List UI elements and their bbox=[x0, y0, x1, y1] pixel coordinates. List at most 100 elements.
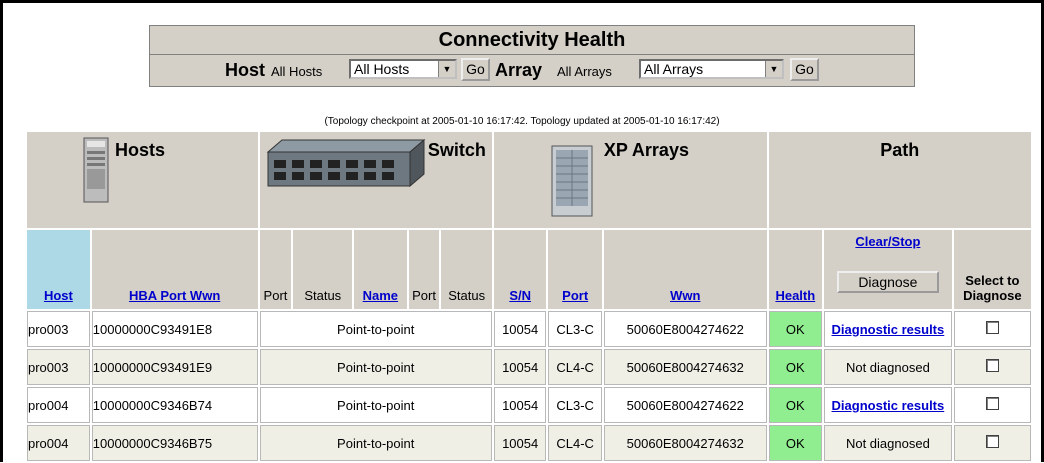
storage-array-icon bbox=[551, 145, 593, 217]
host-sort-link[interactable]: Host bbox=[44, 288, 73, 303]
array-filter-sublabel: All Arrays bbox=[557, 64, 612, 79]
checkbox-icon[interactable] bbox=[985, 435, 999, 448]
column-hba-port-wwn[interactable]: HBA Port Wwn bbox=[91, 230, 258, 309]
diagnostic-results-link[interactable]: Diagnostic results bbox=[832, 322, 945, 337]
health-cell: OK bbox=[768, 425, 823, 461]
sn-sort-link[interactable]: S/N bbox=[509, 288, 531, 303]
column-switch-status-1: Status bbox=[293, 230, 353, 309]
diagnostic-results-link[interactable]: Diagnostic results bbox=[832, 398, 945, 413]
hosts-label: Hosts bbox=[115, 140, 166, 160]
hba-port-wwn-cell: 10000000C9346B75 bbox=[91, 425, 258, 461]
diagnosis-cell: Not diagnosed bbox=[824, 425, 952, 461]
path-label: Path bbox=[880, 140, 920, 160]
filter-panel: Connectivity Health Host All Hosts All H… bbox=[149, 25, 915, 87]
serial-number-cell: 10054 bbox=[493, 311, 547, 347]
array-port-cell: CL4-C bbox=[548, 349, 602, 385]
select-cell bbox=[953, 425, 1031, 461]
checkbox-icon[interactable] bbox=[985, 359, 999, 372]
hba-port-wwn-sort-link[interactable]: HBA Port Wwn bbox=[129, 288, 220, 303]
serial-number-cell: 10054 bbox=[493, 387, 547, 423]
table-row: pro004 10000000C9346B75 Point-to-point 1005… bbox=[27, 425, 1031, 461]
array-port-cell: CL3-C bbox=[548, 311, 602, 347]
host-cell: pro004 bbox=[27, 425, 90, 461]
port-sort-link[interactable]: Port bbox=[562, 288, 588, 303]
hba-port-wwn-cell: 10000000C93491E9 bbox=[91, 349, 258, 385]
host-filter-label: Host bbox=[225, 60, 265, 80]
switch-group-header: Switch bbox=[259, 132, 492, 228]
array-select-value: All Arrays bbox=[644, 61, 704, 77]
dropdown-arrow-icon[interactable]: ▼ bbox=[438, 61, 455, 77]
array-filter-label: Array bbox=[495, 60, 543, 80]
array-go-button[interactable]: Go bbox=[790, 58, 819, 81]
column-serial-number[interactable]: S/N bbox=[493, 230, 547, 309]
hba-port-wwn-cell: 10000000C93491E8 bbox=[91, 311, 258, 347]
host-cell: pro004 bbox=[27, 387, 90, 423]
host-select[interactable]: All Hosts ▼ bbox=[349, 59, 457, 79]
host-go-button[interactable]: Go bbox=[461, 58, 490, 81]
host-cell: pro003 bbox=[27, 311, 90, 347]
array-port-cell: CL4-C bbox=[548, 425, 602, 461]
table-row: pro003 10000000C93491E8 Point-to-point 1005… bbox=[27, 311, 1031, 347]
host-filter-sublabel: All Hosts bbox=[271, 64, 323, 79]
column-switch-name[interactable]: Name bbox=[354, 230, 407, 309]
column-select-to-diagnose: Select to Diagnose bbox=[953, 230, 1031, 309]
switch-icon bbox=[266, 138, 425, 188]
server-icon bbox=[83, 137, 109, 203]
name-sort-link[interactable]: Name bbox=[363, 288, 398, 303]
diagnosis-status: Not diagnosed bbox=[845, 435, 930, 451]
checkbox-icon[interactable] bbox=[985, 397, 999, 410]
window-frame-top bbox=[0, 0, 1044, 3]
wwn-cell: 50060E8004274622 bbox=[603, 387, 767, 423]
switch-label: Switch bbox=[427, 140, 486, 160]
window-frame-left bbox=[0, 0, 3, 462]
health-cell: OK bbox=[768, 311, 823, 347]
hba-port-wwn-cell: 10000000C9346B74 bbox=[91, 387, 258, 423]
diagnose-button[interactable]: Diagnose bbox=[836, 271, 939, 293]
hosts-group-header: Hosts bbox=[27, 132, 258, 228]
select-cell bbox=[953, 311, 1031, 347]
column-host[interactable]: Host bbox=[27, 230, 90, 309]
health-cell: OK bbox=[768, 349, 823, 385]
dropdown-arrow-icon[interactable]: ▼ bbox=[765, 61, 782, 77]
column-diagnose: Clear/Stop Diagnose bbox=[824, 230, 952, 309]
column-switch-port-1: Port bbox=[259, 230, 292, 309]
switch-cell: Point-to-point bbox=[259, 349, 492, 385]
switch-cell: Point-to-point bbox=[259, 425, 492, 461]
switch-cell: Point-to-point bbox=[259, 387, 492, 423]
path-group-header: Path bbox=[768, 132, 1031, 228]
wwn-cell: 50060E8004274632 bbox=[603, 349, 767, 385]
clear-stop-link[interactable]: Clear/Stop bbox=[855, 234, 920, 249]
table-row: pro003 10000000C93491E9 Point-to-point 1005… bbox=[27, 349, 1031, 385]
topology-caption: (Topology checkpoint at 2005-01-10 16:17… bbox=[324, 116, 720, 127]
diagnosis-status: Not diagnosed bbox=[845, 359, 930, 375]
column-switch-status-2: Status bbox=[441, 230, 492, 309]
diagnosis-cell: Not diagnosed bbox=[824, 349, 952, 385]
select-cell bbox=[953, 387, 1031, 423]
wwn-cell: 50060E8004274622 bbox=[603, 311, 767, 347]
column-switch-port-2: Port bbox=[408, 230, 440, 309]
xp-arrays-group-header: XP Arrays bbox=[493, 132, 767, 228]
host-select-value: All Hosts bbox=[354, 61, 410, 77]
health-cell: OK bbox=[768, 387, 823, 423]
serial-number-cell: 10054 bbox=[493, 349, 547, 385]
select-cell bbox=[953, 349, 1031, 385]
page-title: Connectivity Health bbox=[150, 26, 914, 55]
array-port-cell: CL3-C bbox=[548, 387, 602, 423]
connectivity-table: Hosts Switch XP Arrays Path Host HBA Por… bbox=[25, 130, 1033, 463]
diagnosis-cell: Diagnostic results bbox=[824, 311, 952, 347]
health-sort-link[interactable]: Health bbox=[775, 288, 815, 303]
checkbox-icon[interactable] bbox=[985, 321, 999, 334]
diagnosis-cell: Diagnostic results bbox=[824, 387, 952, 423]
wwn-sort-link[interactable]: Wwn bbox=[670, 288, 700, 303]
filter-row: Host All Hosts All Hosts ▼ Go Array All … bbox=[150, 55, 914, 86]
array-select[interactable]: All Arrays ▼ bbox=[639, 59, 784, 79]
switch-cell: Point-to-point bbox=[259, 311, 492, 347]
column-health[interactable]: Health bbox=[768, 230, 823, 309]
serial-number-cell: 10054 bbox=[493, 425, 547, 461]
table-body: pro003 10000000C93491E8 Point-to-point 1005… bbox=[27, 311, 1031, 461]
xp-arrays-label: XP Arrays bbox=[603, 140, 689, 160]
column-array-port[interactable]: Port bbox=[548, 230, 602, 309]
wwn-cell: 50060E8004274632 bbox=[603, 425, 767, 461]
host-cell: pro003 bbox=[27, 349, 90, 385]
column-wwn[interactable]: Wwn bbox=[603, 230, 767, 309]
